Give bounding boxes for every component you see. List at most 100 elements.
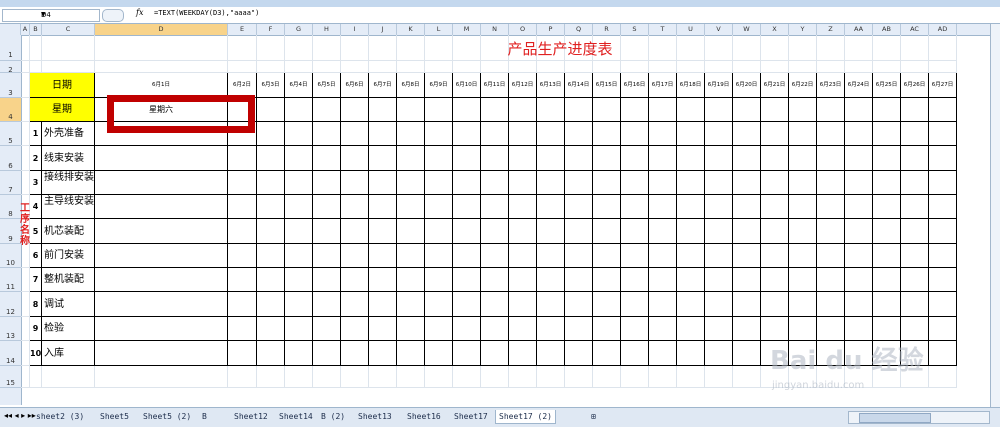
sheet-tab[interactable]: Sheet14	[276, 410, 316, 423]
schedule-cell[interactable]	[761, 292, 789, 317]
schedule-cell[interactable]	[257, 195, 285, 219]
schedule-cell[interactable]	[453, 195, 481, 219]
cell[interactable]	[397, 61, 425, 73]
cell[interactable]	[341, 366, 369, 388]
cell[interactable]	[21, 171, 30, 195]
schedule-cell[interactable]	[95, 195, 228, 219]
cell[interactable]	[929, 366, 957, 388]
schedule-cell[interactable]	[761, 171, 789, 195]
cell[interactable]	[257, 366, 285, 388]
cell[interactable]	[285, 61, 313, 73]
schedule-cell[interactable]	[341, 219, 369, 244]
schedule-cell[interactable]	[817, 268, 845, 292]
formula-controls[interactable]	[102, 9, 124, 22]
schedule-cell[interactable]	[228, 292, 257, 317]
column-header-G[interactable]: G	[285, 24, 313, 35]
schedule-cell[interactable]	[705, 341, 733, 366]
schedule-cell[interactable]	[929, 292, 957, 317]
schedule-cell[interactable]	[621, 317, 649, 341]
scroll-thumb[interactable]	[859, 413, 931, 423]
process-number[interactable]: 8	[30, 292, 42, 317]
schedule-cell[interactable]	[565, 98, 593, 122]
cell[interactable]	[21, 292, 30, 317]
schedule-cell[interactable]	[397, 219, 425, 244]
row-header-4[interactable]: 4	[0, 98, 21, 122]
cell[interactable]	[313, 61, 341, 73]
schedule-cell[interactable]	[95, 292, 228, 317]
schedule-cell[interactable]	[621, 195, 649, 219]
cell[interactable]	[453, 61, 481, 73]
schedule-cell[interactable]	[593, 195, 621, 219]
schedule-cell[interactable]	[817, 244, 845, 268]
date-cell[interactable]: 6月10日	[453, 73, 481, 98]
schedule-cell[interactable]	[481, 146, 509, 171]
schedule-cell[interactable]	[733, 171, 761, 195]
schedule-cell[interactable]	[565, 268, 593, 292]
cell[interactable]	[593, 366, 621, 388]
cell[interactable]	[42, 366, 95, 388]
schedule-cell[interactable]	[621, 146, 649, 171]
schedule-cell[interactable]	[789, 122, 817, 146]
cell[interactable]	[509, 366, 537, 388]
weekday-label[interactable]: 星期	[30, 98, 95, 122]
cell[interactable]	[873, 35, 901, 61]
schedule-cell[interactable]	[453, 317, 481, 341]
schedule-cell[interactable]	[929, 268, 957, 292]
cell[interactable]	[705, 61, 733, 73]
cell[interactable]	[817, 61, 845, 73]
schedule-cell[interactable]	[481, 317, 509, 341]
schedule-cell[interactable]	[257, 292, 285, 317]
schedule-cell[interactable]	[593, 219, 621, 244]
cell[interactable]	[929, 61, 957, 73]
schedule-cell[interactable]	[285, 341, 313, 366]
process-name[interactable]: 前门安装	[42, 244, 95, 268]
cell[interactable]	[593, 61, 621, 73]
schedule-cell[interactable]	[228, 146, 257, 171]
process-name[interactable]: 整机装配	[42, 268, 95, 292]
schedule-cell[interactable]	[705, 292, 733, 317]
date-cell[interactable]: 6月5日	[313, 73, 341, 98]
schedule-cell[interactable]	[705, 268, 733, 292]
schedule-cell[interactable]	[537, 317, 565, 341]
cell[interactable]	[21, 146, 30, 171]
schedule-cell[interactable]	[481, 122, 509, 146]
schedule-cell[interactable]	[705, 219, 733, 244]
schedule-cell[interactable]	[537, 268, 565, 292]
schedule-cell[interactable]	[873, 219, 901, 244]
cell[interactable]	[341, 35, 369, 61]
schedule-cell[interactable]	[341, 292, 369, 317]
schedule-cell[interactable]	[228, 341, 257, 366]
cell[interactable]	[21, 122, 30, 146]
cell[interactable]	[257, 61, 285, 73]
sheet-tab[interactable]: B (2)	[318, 410, 348, 423]
schedule-cell[interactable]	[733, 317, 761, 341]
schedule-cell[interactable]	[677, 244, 705, 268]
cell[interactable]	[369, 366, 397, 388]
sheet-tab[interactable]: sheet2 (3)	[33, 410, 87, 423]
process-number[interactable]: 2	[30, 146, 42, 171]
schedule-cell[interactable]	[425, 341, 453, 366]
schedule-cell[interactable]	[593, 244, 621, 268]
schedule-cell[interactable]	[789, 292, 817, 317]
schedule-cell[interactable]	[453, 146, 481, 171]
schedule-cell[interactable]	[453, 219, 481, 244]
cell[interactable]	[369, 61, 397, 73]
column-header-R[interactable]: R	[593, 24, 621, 35]
schedule-cell[interactable]	[733, 195, 761, 219]
schedule-cell[interactable]	[453, 122, 481, 146]
schedule-cell[interactable]	[845, 195, 873, 219]
schedule-cell[interactable]	[789, 146, 817, 171]
schedule-cell[interactable]	[929, 122, 957, 146]
sheet-tab[interactable]: B	[199, 410, 210, 423]
schedule-cell[interactable]	[873, 122, 901, 146]
schedule-cell[interactable]	[929, 171, 957, 195]
row-header-2[interactable]: 2	[0, 61, 21, 74]
cell[interactable]	[789, 35, 817, 61]
schedule-cell[interactable]	[593, 341, 621, 366]
schedule-cell[interactable]	[733, 146, 761, 171]
schedule-cell[interactable]	[817, 122, 845, 146]
cell[interactable]	[21, 35, 30, 61]
column-header-E[interactable]: E	[228, 24, 257, 35]
schedule-cell[interactable]	[565, 341, 593, 366]
schedule-cell[interactable]	[397, 122, 425, 146]
